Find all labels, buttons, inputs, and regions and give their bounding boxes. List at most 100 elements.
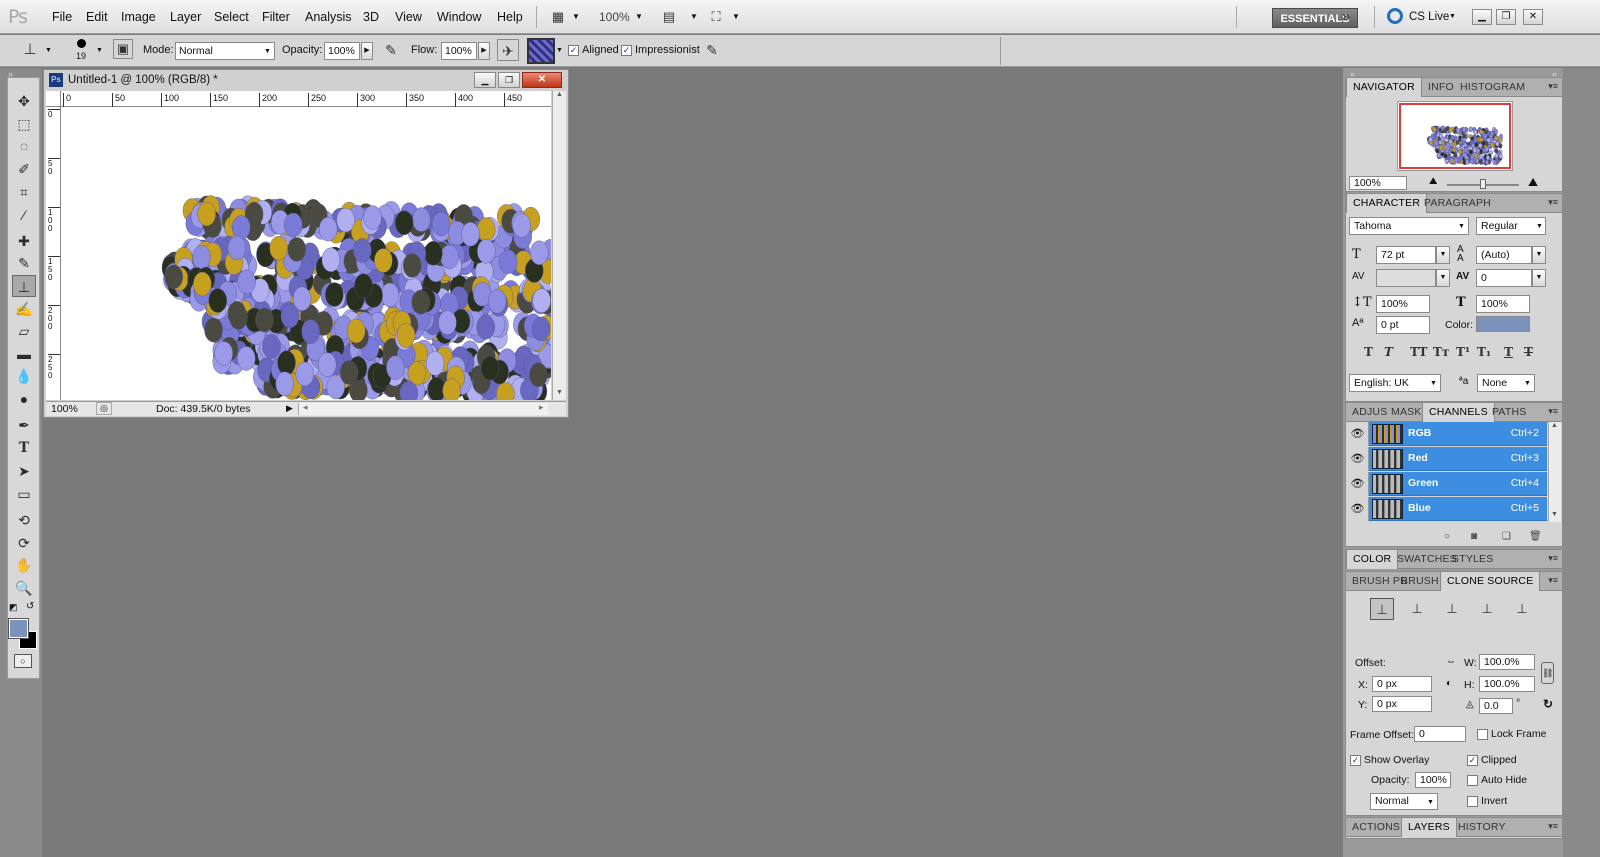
channel-row-green[interactable]: 👁 Green Ctrl+4 (1347, 472, 1547, 496)
pressure-opacity-icon[interactable]: ✎ (380, 39, 402, 61)
arrange-documents-icon[interactable]: ▤ (658, 6, 680, 28)
chevron-down-icon[interactable]: ▼ (1536, 223, 1543, 230)
save-selection-channel-icon[interactable]: ◙ (1471, 531, 1477, 542)
reset-transform-icon[interactable]: ↻ (1543, 697, 1553, 711)
chevron-down-icon[interactable]: ▼ (1449, 13, 1456, 20)
font-size-input[interactable]: 72 pt (1376, 246, 1436, 264)
chevron-down-icon[interactable]: ▼ (264, 48, 271, 55)
chevron-down-icon[interactable]: ▼ (45, 47, 52, 54)
frame-offset-input[interactable]: 0 (1414, 726, 1466, 742)
panel-menu-icon[interactable]: ▾≡ (1548, 197, 1558, 208)
panel-menu-icon[interactable]: ▾≡ (1548, 553, 1558, 564)
panel-menu-icon[interactable]: ▾≡ (1548, 821, 1558, 832)
panel-menu-icon[interactable]: ▾≡ (1548, 575, 1558, 586)
menu-help[interactable]: Help (497, 10, 523, 24)
swap-colors-icon[interactable]: ↺ (26, 601, 34, 612)
quick-selection-tool-icon[interactable]: ✐ (12, 158, 36, 180)
close-icon[interactable]: ✕ (522, 72, 562, 88)
vertical-scale-input[interactable]: 100% (1376, 295, 1430, 313)
scroll-left-icon[interactable]: ◂ (303, 402, 308, 413)
load-channel-selection-icon[interactable]: ○ (1444, 531, 1450, 542)
chevron-down-icon[interactable]: ▼ (556, 47, 563, 54)
eyedropper-tool-icon[interactable]: ⁄ (12, 204, 36, 226)
faux-bold-icon[interactable]: T (1364, 345, 1373, 359)
zoom-tool-icon[interactable]: 🔍 (12, 577, 36, 599)
faux-italic-icon[interactable]: T (1384, 345, 1393, 359)
type-tool-icon[interactable]: T (12, 437, 36, 459)
baseline-shift-input[interactable]: 0 pt (1376, 316, 1430, 334)
brush-preview-icon[interactable] (77, 39, 86, 48)
status-icon[interactable]: ◎ (96, 402, 112, 415)
chevron-down-icon[interactable]: ▼ (1458, 223, 1465, 230)
clone-source-4-icon[interactable]: ⊥ (1475, 598, 1499, 620)
chevron-down-icon[interactable]: ▼ (96, 47, 103, 54)
subscript-icon[interactable]: T₁ (1477, 345, 1491, 359)
eye-icon[interactable]: 👁 (1347, 472, 1369, 496)
tab-clone-source[interactable]: CLONE SOURCE (1440, 572, 1541, 591)
menu-view[interactable]: View (395, 10, 422, 24)
healing-brush-tool-icon[interactable]: ✚ (12, 230, 36, 252)
crop-tool-icon[interactable]: ⌗ (12, 181, 36, 203)
chevron-down-icon[interactable]: ▼ (1430, 380, 1437, 387)
tab-histogram[interactable]: HISTOGRAM (1454, 78, 1531, 97)
history-brush-tool-icon[interactable]: ✍ (12, 298, 36, 320)
chevron-down-icon[interactable]: ▼ (690, 12, 698, 21)
scroll-right-icon[interactable]: ▸ (539, 402, 544, 413)
menu-file[interactable]: File (52, 10, 72, 24)
invert-checkbox[interactable] (1467, 796, 1478, 807)
horizontal-scrollbar[interactable]: ◂ ▸ (298, 402, 548, 415)
minimize-icon[interactable]: ▁ (474, 72, 496, 88)
3d-orbit-tool-icon[interactable]: ⟳ (12, 532, 36, 554)
chevron-down-icon[interactable]: ▼ (572, 12, 580, 21)
restore-icon[interactable]: ❐ (1496, 9, 1516, 25)
default-colors-icon[interactable]: ◩ (9, 602, 18, 613)
tab-brush[interactable]: BRUSH (1395, 572, 1445, 591)
dodge-tool-icon[interactable]: ● (12, 388, 36, 410)
text-color-swatch[interactable] (1476, 316, 1530, 332)
show-overlay-checkbox[interactable]: ✓ (1350, 755, 1361, 766)
3d-rotate-tool-icon[interactable]: ⟲ (12, 509, 36, 531)
strikethrough-icon[interactable]: T (1524, 345, 1533, 359)
eye-icon[interactable]: 👁 (1347, 447, 1369, 471)
width-input[interactable]: 100.0% (1479, 654, 1535, 670)
clone-stamp-tool-icon[interactable]: ⊥ (12, 275, 36, 297)
status-menu-arrow-icon[interactable]: ▶ (286, 403, 293, 414)
clone-source-1-icon[interactable]: ⊥ (1370, 598, 1394, 620)
clone-source-2-icon[interactable]: ⊥ (1405, 598, 1429, 620)
gradient-tool-icon[interactable]: ▬ (12, 343, 36, 365)
marquee-tool-icon[interactable]: ⬚ (12, 113, 36, 135)
screen-mode-icon[interactable]: ⛶ (705, 6, 727, 28)
panel-menu-icon[interactable]: ▾≡ (1548, 406, 1558, 417)
status-zoom[interactable]: 100% (51, 403, 78, 415)
small-caps-icon[interactable]: Tт (1433, 345, 1449, 359)
eye-icon[interactable]: 👁 (1347, 497, 1369, 521)
new-channel-icon[interactable]: ❏ (1502, 531, 1511, 542)
tab-styles[interactable]: STYLES (1446, 550, 1499, 569)
lock-frame-checkbox[interactable] (1477, 729, 1488, 740)
menu-select[interactable]: Select (214, 10, 249, 24)
delete-channel-icon[interactable]: 🗑 (1529, 531, 1542, 542)
y-offset-input[interactable]: 0 px (1372, 696, 1432, 712)
menu-filter[interactable]: Filter (262, 10, 290, 24)
leading-input[interactable]: (Auto) (1476, 246, 1532, 264)
menu-3d[interactable]: 3D (363, 10, 379, 24)
blur-tool-icon[interactable]: 💧 (12, 365, 36, 387)
opacity-input[interactable]: 100% (324, 42, 360, 60)
tab-history[interactable]: HISTORY (1452, 818, 1512, 837)
eye-icon[interactable]: 👁 (1347, 422, 1369, 446)
cs-live-button[interactable]: CS Live (1409, 11, 1449, 23)
x-offset-input[interactable]: 0 px (1372, 676, 1432, 692)
chevron-down-icon[interactable]: ▼ (1427, 799, 1434, 806)
font-family-select[interactable]: Tahoma (1349, 217, 1469, 235)
tracking-input[interactable]: 0 (1476, 269, 1532, 287)
menu-analysis[interactable]: Analysis (305, 10, 352, 24)
impressionist-checkbox[interactable]: ✓ (621, 45, 632, 56)
link-icon[interactable]: ⛓ (1541, 662, 1554, 684)
quick-mask-icon[interactable]: ○ (14, 654, 32, 668)
clipped-checkbox[interactable]: ✓ (1467, 755, 1478, 766)
hand-tool-icon[interactable]: ✋ (12, 554, 36, 576)
tab-channels[interactable]: CHANNELS (1422, 403, 1495, 422)
brush-panel-icon[interactable]: ▣ (113, 39, 133, 59)
tab-actions[interactable]: ACTIONS (1346, 818, 1406, 837)
mode-select[interactable]: Normal (175, 42, 275, 60)
